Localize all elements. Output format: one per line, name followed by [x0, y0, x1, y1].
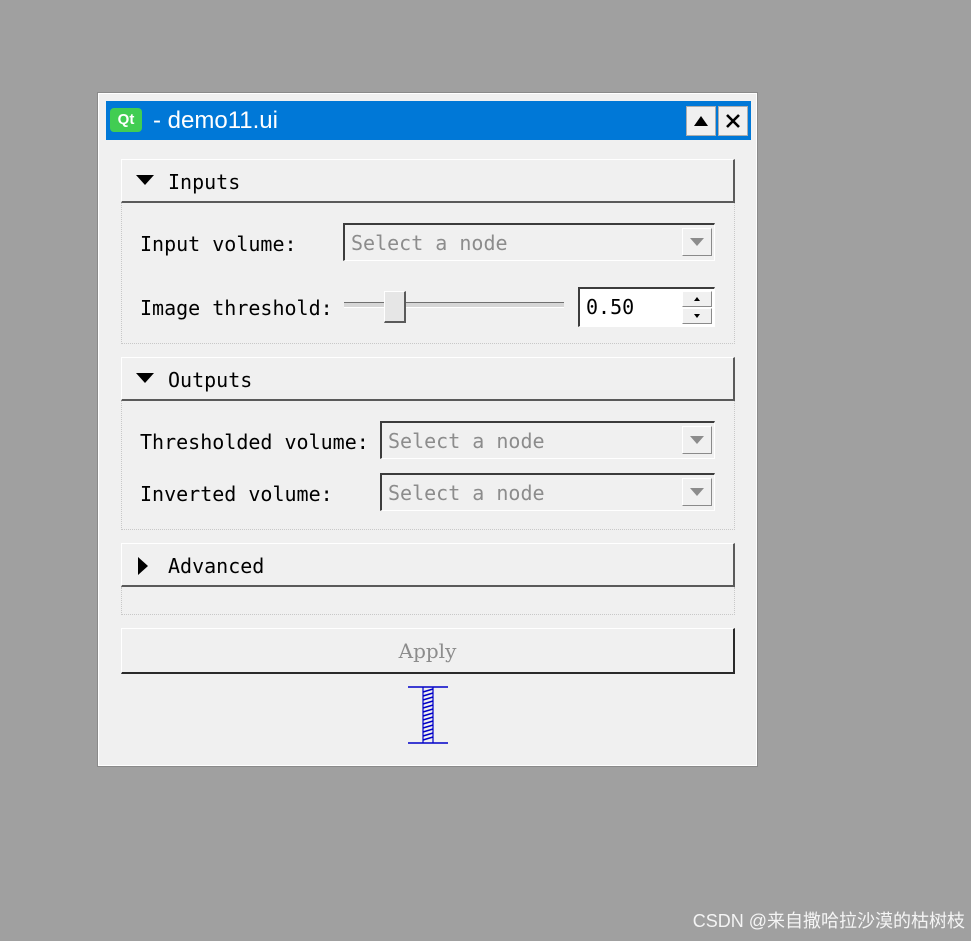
- input-volume-label: Input volume:: [140, 232, 297, 256]
- inputs-section-header[interactable]: Inputs: [121, 159, 735, 203]
- inverted-volume-label: Inverted volume:: [140, 482, 333, 506]
- input-volume-combo[interactable]: Select a node: [343, 223, 715, 261]
- outputs-section-label: Outputs: [168, 368, 253, 392]
- threshold-slider-track[interactable]: [344, 302, 564, 308]
- qt-logo-icon: Qt: [110, 108, 142, 132]
- window-collapse-button[interactable]: [686, 106, 716, 136]
- spin-down-button[interactable]: [682, 308, 712, 324]
- outputs-section-header[interactable]: Outputs: [121, 357, 735, 401]
- threshold-slider-handle[interactable]: [383, 291, 406, 323]
- inputs-section-label: Inputs: [168, 170, 241, 194]
- threshold-value: 0.50: [586, 295, 635, 319]
- inverted-volume-combo[interactable]: Select a node: [380, 473, 715, 511]
- thresholded-volume-placeholder: Select a node: [388, 429, 545, 453]
- expanded-arrow-icon: [136, 373, 154, 383]
- chevron-down-icon: [690, 488, 704, 496]
- watermark: CSDN @来自撒哈拉沙漠的枯树枝: [692, 911, 965, 931]
- thresholded-volume-dropdown-button[interactable]: [682, 426, 712, 454]
- advanced-section-header[interactable]: Advanced: [121, 543, 735, 587]
- thresholded-volume-label: Thresholded volume:: [140, 430, 369, 454]
- spin-down-icon: [694, 314, 700, 318]
- advanced-section-body: [121, 587, 735, 615]
- designer-preview-window: Qt - demo11.ui Inputs Input volume: Sele…: [97, 92, 758, 767]
- window-title: - demo11.ui: [153, 107, 278, 134]
- input-volume-placeholder: Select a node: [351, 231, 508, 255]
- chevron-down-icon: [690, 436, 704, 444]
- triangle-up-icon: [694, 116, 708, 126]
- thresholded-volume-combo[interactable]: Select a node: [380, 421, 715, 459]
- apply-button[interactable]: Apply: [121, 628, 735, 674]
- spin-up-icon: [694, 297, 700, 301]
- image-threshold-label: Image threshold:: [140, 296, 333, 320]
- advanced-section-label: Advanced: [168, 554, 265, 578]
- title-bar[interactable]: Qt - demo11.ui: [106, 101, 751, 140]
- inverted-volume-dropdown-button[interactable]: [682, 478, 712, 506]
- vertical-spacer-icon: [408, 686, 448, 744]
- input-volume-dropdown-button[interactable]: [682, 228, 712, 256]
- expanded-arrow-icon: [136, 175, 154, 185]
- close-icon: [726, 114, 740, 128]
- threshold-spinbox[interactable]: 0.50: [578, 287, 715, 327]
- window-close-button[interactable]: [718, 106, 748, 136]
- collapsed-arrow-icon: [138, 557, 148, 575]
- spin-up-button[interactable]: [682, 291, 712, 307]
- inverted-volume-placeholder: Select a node: [388, 481, 545, 505]
- chevron-down-icon: [690, 238, 704, 246]
